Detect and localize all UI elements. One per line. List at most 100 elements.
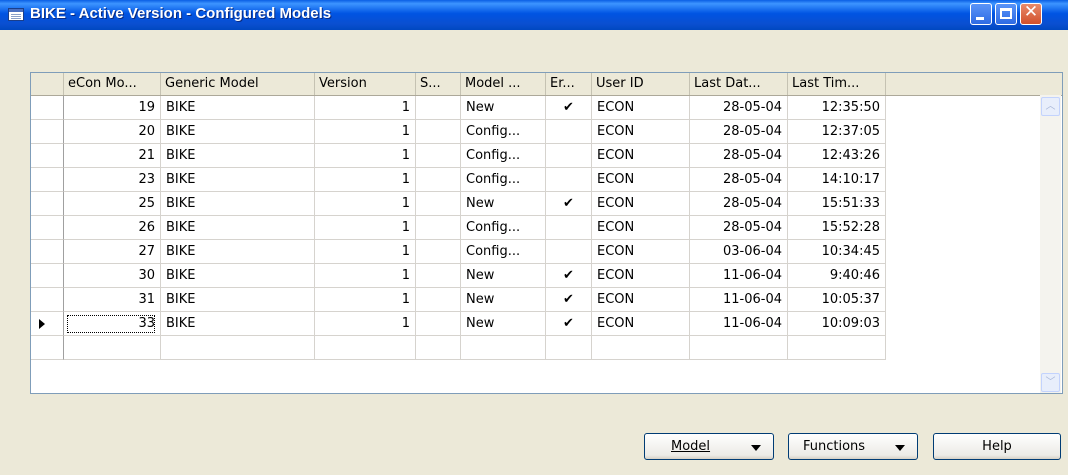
cell-user-id[interactable]: ECON — [592, 288, 690, 312]
cell-s[interactable] — [416, 264, 461, 288]
cell-version[interactable]: 1 — [315, 168, 416, 192]
vertical-scrollbar[interactable]: ︿ ﹀ — [1040, 95, 1061, 393]
cell-generic-model[interactable]: BIKE — [161, 240, 315, 264]
cell-user-id[interactable] — [592, 336, 690, 360]
cell-generic-model[interactable]: BIKE — [161, 96, 315, 120]
cell-econ-model[interactable]: 30 — [64, 264, 161, 288]
cell-s[interactable] — [416, 120, 461, 144]
cell-generic-model[interactable]: BIKE — [161, 288, 315, 312]
row-selector[interactable] — [31, 192, 64, 216]
cell-s[interactable] — [416, 288, 461, 312]
cell-econ-model[interactable]: 25 — [64, 192, 161, 216]
cell-econ-model[interactable]: 23 — [64, 168, 161, 192]
cell-last-date[interactable]: 28-05-04 — [690, 144, 788, 168]
cell-user-id[interactable]: ECON — [592, 144, 690, 168]
help-button[interactable]: Help — [933, 433, 1061, 460]
table-row[interactable]: 25 BIKE 1 New ✔ ECON 28-05-04 15:51:33 — [31, 192, 891, 216]
model-menu-button[interactable]: Model — [644, 433, 774, 460]
cell-version[interactable]: 1 — [315, 216, 416, 240]
cell-model-status[interactable]: New — [461, 312, 546, 336]
maximize-button[interactable] — [995, 3, 1017, 25]
cell-last-date[interactable]: 11-06-04 — [690, 288, 788, 312]
cell-generic-model[interactable]: BIKE — [161, 144, 315, 168]
cell-error[interactable]: ✔ — [546, 288, 592, 312]
cell-last-date[interactable]: 28-05-04 — [690, 168, 788, 192]
cell-generic-model[interactable]: BIKE — [161, 216, 315, 240]
cell-user-id[interactable]: ECON — [592, 192, 690, 216]
cell-model-status[interactable]: Config... — [461, 144, 546, 168]
column-header-s[interactable]: S... — [416, 73, 461, 95]
cell-s[interactable] — [416, 144, 461, 168]
cell-s[interactable] — [416, 192, 461, 216]
cell-last-date[interactable]: 28-05-04 — [690, 96, 788, 120]
cell-generic-model[interactable]: BIKE — [161, 120, 315, 144]
cell-last-time[interactable]: 10:05:37 — [788, 288, 886, 312]
cell-error[interactable]: ✔ — [546, 264, 592, 288]
cell-econ-model[interactable]: 31 — [64, 288, 161, 312]
cell-user-id[interactable]: ECON — [592, 216, 690, 240]
cell-version[interactable]: 1 — [315, 144, 416, 168]
row-selector[interactable] — [31, 120, 64, 144]
row-selector[interactable] — [31, 336, 64, 360]
cell-error[interactable] — [546, 336, 592, 360]
cell-last-date[interactable]: 11-06-04 — [690, 264, 788, 288]
cell-model-status[interactable]: Config... — [461, 120, 546, 144]
cell-generic-model[interactable]: BIKE — [161, 192, 315, 216]
cell-user-id[interactable]: ECON — [592, 168, 690, 192]
row-selector[interactable] — [31, 312, 64, 336]
cell-last-time[interactable]: 12:37:05 — [788, 120, 886, 144]
table-row[interactable]: 27 BIKE 1 Config... ECON 03-06-04 10:34:45 — [31, 240, 891, 264]
row-selector[interactable] — [31, 216, 64, 240]
cell-version[interactable]: 1 — [315, 120, 416, 144]
table-row[interactable]: 21 BIKE 1 Config... ECON 28-05-04 12:43:26 — [31, 144, 891, 168]
cell-error[interactable] — [546, 168, 592, 192]
cell-error[interactable] — [546, 144, 592, 168]
column-header-user-id[interactable]: User ID — [592, 73, 690, 95]
cell-econ-model[interactable]: 21 — [64, 144, 161, 168]
models-table[interactable]: eCon Mo... Generic Model Version S... Model … — [30, 72, 1063, 394]
cell-s[interactable] — [416, 312, 461, 336]
cell-last-time[interactable] — [788, 336, 886, 360]
cell-s[interactable] — [416, 216, 461, 240]
cell-generic-model[interactable]: BIKE — [161, 168, 315, 192]
cell-version[interactable]: 1 — [315, 96, 416, 120]
cell-generic-model[interactable]: BIKE — [161, 312, 315, 336]
cell-s[interactable] — [416, 336, 461, 360]
table-row[interactable]: 23 BIKE 1 Config... ECON 28-05-04 14:10:17 — [31, 168, 891, 192]
cell-econ-model[interactable]: 19 — [64, 96, 161, 120]
cell-model-status[interactable]: New — [461, 288, 546, 312]
cell-user-id[interactable]: ECON — [592, 96, 690, 120]
table-row[interactable]: 33 BIKE 1 New ✔ ECON 11-06-04 10:09:03 — [31, 312, 891, 336]
cell-last-time[interactable]: 10:09:03 — [788, 312, 886, 336]
row-selector[interactable] — [31, 264, 64, 288]
cell-error[interactable] — [546, 240, 592, 264]
scroll-up-button[interactable]: ︿ — [1041, 97, 1060, 116]
cell-model-status[interactable]: New — [461, 96, 546, 120]
cell-version[interactable]: 1 — [315, 264, 416, 288]
cell-last-time[interactable]: 14:10:17 — [788, 168, 886, 192]
cell-error[interactable] — [546, 216, 592, 240]
cell-s[interactable] — [416, 168, 461, 192]
cell-econ-model[interactable]: 20 — [64, 120, 161, 144]
table-row[interactable]: 30 BIKE 1 New ✔ ECON 11-06-04 9:40:46 — [31, 264, 891, 288]
cell-error[interactable]: ✔ — [546, 96, 592, 120]
cell-user-id[interactable]: ECON — [592, 264, 690, 288]
cell-model-status[interactable] — [461, 336, 546, 360]
cell-version[interactable] — [315, 336, 416, 360]
column-header-version[interactable]: Version — [315, 73, 416, 95]
column-header-last-time[interactable]: Last Tim... — [788, 73, 886, 95]
column-header-econ-model[interactable]: eCon Mo... — [64, 73, 161, 95]
table-row[interactable]: 20 BIKE 1 Config... ECON 28-05-04 12:37:05 — [31, 120, 891, 144]
cell-version[interactable]: 1 — [315, 192, 416, 216]
cell-error[interactable] — [546, 120, 592, 144]
cell-last-time[interactable]: 9:40:46 — [788, 264, 886, 288]
column-header-generic-model[interactable]: Generic Model — [161, 73, 315, 95]
cell-user-id[interactable]: ECON — [592, 312, 690, 336]
cell-model-status[interactable]: Config... — [461, 216, 546, 240]
cell-s[interactable] — [416, 96, 461, 120]
close-button[interactable]: ✕ — [1020, 2, 1042, 25]
cell-last-time[interactable]: 15:52:28 — [788, 216, 886, 240]
cell-error[interactable]: ✔ — [546, 312, 592, 336]
cell-model-status[interactable]: Config... — [461, 168, 546, 192]
cell-last-date[interactable]: 11-06-04 — [690, 312, 788, 336]
